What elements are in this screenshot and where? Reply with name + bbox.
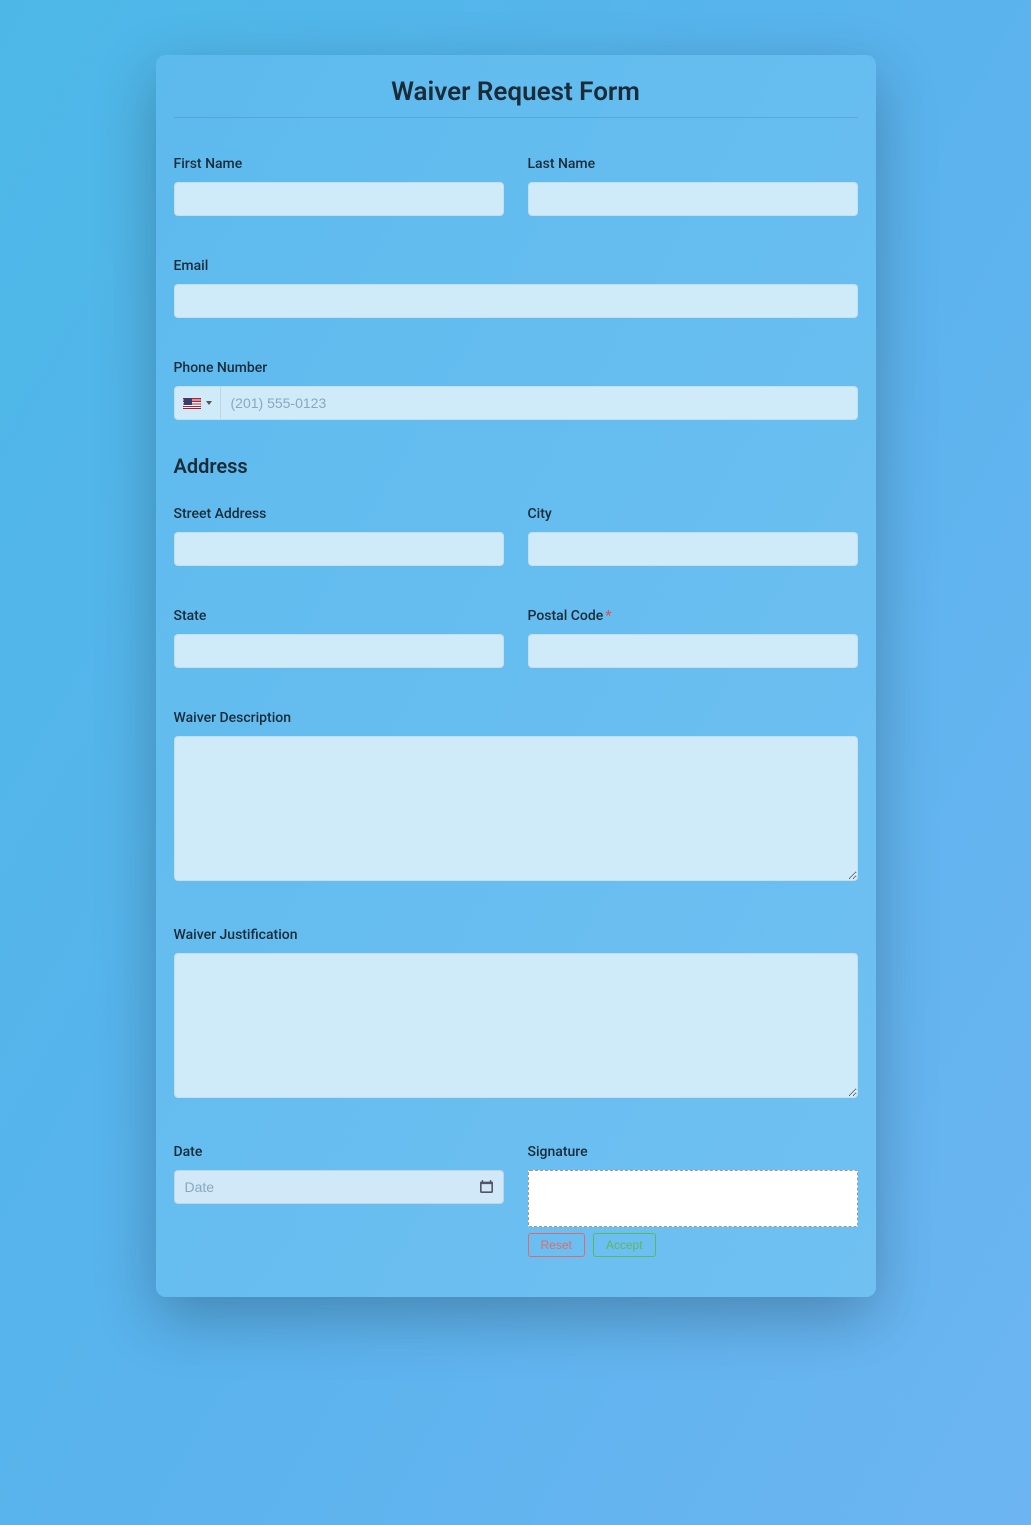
email-label: Email bbox=[174, 258, 858, 274]
address-heading: Address bbox=[174, 454, 858, 478]
required-star: * bbox=[605, 608, 611, 624]
waiver-request-form: Waiver Request Form First Name Last Name… bbox=[156, 55, 876, 1297]
form-title: Waiver Request Form bbox=[174, 77, 858, 118]
email-input[interactable] bbox=[174, 284, 858, 318]
postal-code-label: Postal Code* bbox=[528, 608, 858, 624]
street-address-label: Street Address bbox=[174, 506, 504, 522]
date-field[interactable] bbox=[174, 1170, 504, 1204]
chevron-down-icon bbox=[206, 401, 212, 405]
reset-button[interactable]: Reset bbox=[528, 1233, 585, 1257]
date-label: Date bbox=[174, 1144, 504, 1160]
waiver-description-label: Waiver Description bbox=[174, 710, 858, 726]
city-label: City bbox=[528, 506, 858, 522]
signature-pad[interactable] bbox=[528, 1170, 858, 1227]
accept-button[interactable]: Accept bbox=[593, 1233, 656, 1257]
city-input[interactable] bbox=[528, 532, 858, 566]
state-label: State bbox=[174, 608, 504, 624]
last-name-input[interactable] bbox=[528, 182, 858, 216]
date-input[interactable] bbox=[185, 1179, 480, 1195]
waiver-justification-label: Waiver Justification bbox=[174, 927, 858, 943]
us-flag-icon bbox=[183, 397, 201, 409]
street-address-input[interactable] bbox=[174, 532, 504, 566]
first-name-label: First Name bbox=[174, 156, 504, 172]
waiver-justification-textarea[interactable] bbox=[174, 953, 858, 1098]
signature-label: Signature bbox=[528, 1144, 858, 1160]
calendar-icon bbox=[480, 1178, 493, 1197]
phone-label: Phone Number bbox=[174, 360, 858, 376]
postal-code-label-text: Postal Code bbox=[528, 608, 604, 624]
postal-code-input[interactable] bbox=[528, 634, 858, 668]
signature-buttons: Reset Accept bbox=[528, 1233, 858, 1257]
waiver-description-textarea[interactable] bbox=[174, 736, 858, 881]
state-input[interactable] bbox=[174, 634, 504, 668]
phone-country-selector[interactable] bbox=[175, 387, 221, 419]
phone-field bbox=[174, 386, 858, 420]
first-name-input[interactable] bbox=[174, 182, 504, 216]
phone-input[interactable] bbox=[221, 387, 857, 419]
last-name-label: Last Name bbox=[528, 156, 858, 172]
